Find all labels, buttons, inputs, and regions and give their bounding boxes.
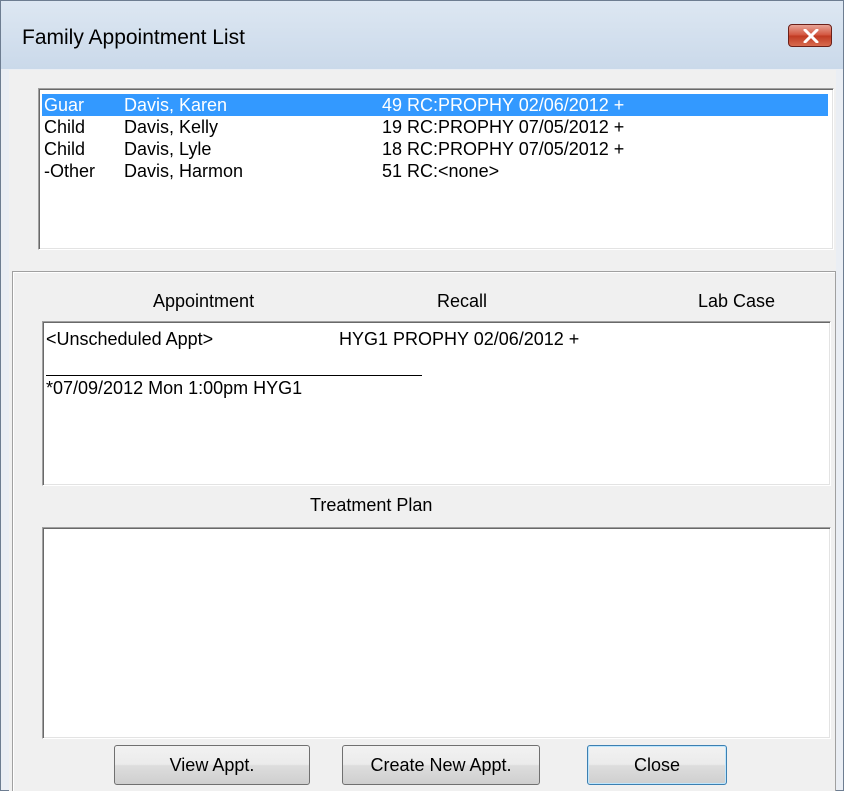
family-member-row[interactable]: Guar Davis, Karen 49 RC:PROPHY 02/06/201…: [42, 94, 828, 116]
member-recall-info: 19 RC:PROPHY 07/05/2012 +: [382, 117, 625, 137]
treatment-plan-list[interactable]: [42, 527, 831, 739]
appointment-list[interactable]: <Unscheduled Appt> HYG1 PROPHY 02/06/201…: [42, 321, 831, 486]
close-button[interactable]: Close: [587, 745, 727, 785]
family-member-row[interactable]: Child Davis, Lyle 18 RC:PROPHY 07/05/201…: [42, 138, 828, 160]
member-recall-info: 49 RC:PROPHY 02/06/2012 +: [382, 95, 625, 115]
family-member-row[interactable]: Child Davis, Kelly 19 RC:PROPHY 07/05/20…: [42, 116, 828, 138]
appointment-column-header: Appointment: [153, 291, 255, 311]
window-title: Family Appointment List: [22, 26, 245, 49]
scheduled-appointment-item[interactable]: *07/09/2012 Mon 1:00pm HYG1: [46, 378, 302, 399]
member-name: Davis, Kelly: [124, 117, 219, 137]
recall-column-header: Recall: [437, 291, 488, 311]
member-relation: Child: [44, 117, 86, 137]
create-new-appt-button[interactable]: Create New Appt.: [342, 745, 540, 785]
member-relation: Guar: [44, 95, 85, 115]
member-relation: Child: [44, 139, 86, 159]
family-appointment-dialog: Family Appointment List Guar Davis, Kare…: [0, 0, 844, 791]
close-icon: [803, 29, 819, 43]
unscheduled-recall-info: HYG1 PROPHY 02/06/2012 +: [339, 329, 580, 349]
appointment-divider: [46, 375, 422, 376]
dialog-body: Guar Davis, Karen 49 RC:PROPHY 02/06/201…: [9, 70, 836, 791]
title-bar[interactable]: Family Appointment List: [1, 1, 843, 69]
member-recall-info: 18 RC:PROPHY 07/05/2012 +: [382, 139, 625, 159]
member-relation: -Other: [44, 161, 96, 181]
member-name: Davis, Karen: [124, 95, 228, 115]
member-name: Davis, Lyle: [124, 139, 212, 159]
family-member-list[interactable]: Guar Davis, Karen 49 RC:PROPHY 02/06/201…: [38, 88, 834, 250]
unscheduled-appointment-item[interactable]: <Unscheduled Appt>: [46, 329, 213, 350]
treatment-plan-header: Treatment Plan: [310, 495, 433, 515]
family-member-row[interactable]: -Other Davis, Harmon 51 RC:<none>: [42, 160, 828, 182]
member-recall-info: 51 RC:<none>: [382, 161, 500, 181]
window-close-button[interactable]: [788, 24, 832, 47]
lab-case-column-header: Lab Case: [698, 291, 776, 311]
view-appt-button[interactable]: View Appt.: [114, 745, 310, 785]
member-name: Davis, Harmon: [124, 161, 244, 181]
